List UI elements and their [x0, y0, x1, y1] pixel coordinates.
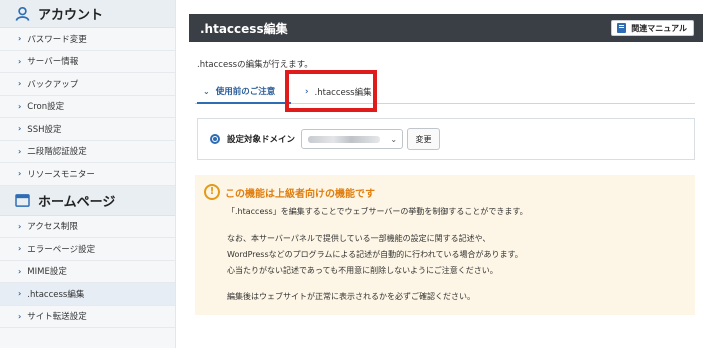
- chevron-right-icon: ›: [18, 289, 22, 299]
- sidebar-item-label: 二段階認証設定: [27, 147, 87, 158]
- sidebar-item-label: リソースモニター: [27, 169, 95, 180]
- sidebar-item-label: パスワード変更: [27, 34, 87, 45]
- warning-header: ! この機能は上級者向けの機能です: [204, 184, 375, 200]
- change-button[interactable]: 変更: [407, 128, 441, 150]
- chevron-right-icon: ›: [18, 124, 22, 134]
- sidebar-item-label: サイト転送設定: [27, 312, 87, 323]
- chevron-right-icon: ›: [18, 34, 22, 44]
- warning-title: この機能は上級者向けの機能です: [225, 188, 375, 200]
- sidebar-item-cron[interactable]: › Cron設定: [0, 96, 175, 118]
- exclamation-icon: !: [204, 184, 220, 200]
- user-icon: [14, 6, 30, 22]
- sidebar-item-label: アクセス制限: [27, 222, 78, 233]
- sidebar-section-title: ホームページ: [38, 194, 116, 210]
- page-title: .htaccess編集: [200, 21, 288, 36]
- tab-bar: ⌄ 使用前のご注意 › .htaccess編集: [195, 68, 695, 104]
- warning-text: 編集後はウェブサイトが正常に表示されるかを必ずご確認ください。: [227, 292, 475, 301]
- sidebar-item-error-page[interactable]: › エラーページ設定: [0, 238, 175, 261]
- page-header: .htaccess編集 関連マニュアル: [189, 14, 703, 42]
- related-manual-button[interactable]: 関連マニュアル: [611, 20, 694, 36]
- book-icon: [617, 23, 627, 33]
- radio-icon: [210, 134, 220, 144]
- sidebar-section-homepage: ホームページ: [0, 185, 175, 216]
- domain-selector-panel: 設定対象ドメイン ⌄ 変更: [197, 118, 695, 160]
- sidebar-item-label: エラーページ設定: [27, 244, 96, 255]
- sidebar-item-label: サーバー情報: [27, 57, 79, 68]
- browser-window-icon: [14, 192, 30, 208]
- warning-panel: ! この機能は上級者向けの機能です 「.htaccess」を編集することでウェブ…: [195, 175, 695, 315]
- sidebar-item-ssh[interactable]: › SSH設定: [0, 118, 175, 141]
- chevron-right-icon: ›: [18, 311, 22, 321]
- warning-text: WordPressなどのプログラムによる記述が自動的に行われている場合があります…: [227, 250, 523, 259]
- warning-text: なお、本サーバーパネルで提供している一部機能の設定に関する記述や、: [227, 234, 491, 243]
- sidebar-item-label: Cron設定: [27, 102, 65, 113]
- sidebar-section-title: アカウント: [38, 8, 104, 23]
- sidebar-item-access-limit[interactable]: › アクセス制限: [0, 216, 175, 238]
- blurred-domain-value: [308, 135, 381, 143]
- tab-precautions[interactable]: ⌄ 使用前のご注意: [197, 80, 291, 104]
- chevron-right-icon: ›: [18, 169, 22, 179]
- domain-select[interactable]: ⌄: [301, 129, 404, 149]
- sidebar-item-mime[interactable]: › MIME設定: [0, 261, 175, 283]
- sidebar-item-label: バックアップ: [27, 79, 79, 90]
- sidebar-item-site-transfer[interactable]: › サイト転送設定: [0, 306, 175, 328]
- chevron-right-icon: ›: [18, 101, 22, 111]
- sidebar-item-password[interactable]: › パスワード変更: [0, 28, 175, 51]
- sidebar-item-label: MIME設定: [27, 267, 67, 278]
- highlight-box: [285, 70, 377, 112]
- tab-label: 使用前のご注意: [215, 87, 276, 97]
- chevron-right-icon: ›: [18, 146, 22, 156]
- sidebar-item-server-info[interactable]: › サーバー情報: [0, 51, 175, 73]
- sidebar-item-2fa[interactable]: › 二段階認証設定: [0, 141, 175, 163]
- sidebar-item-label: SSH設定: [27, 124, 62, 135]
- chevron-down-icon: ⌄: [203, 86, 210, 96]
- warning-text: 心当たりがない記述であっても不用意に削除しないようにご注意ください。: [227, 266, 498, 275]
- chevron-right-icon: ›: [18, 221, 22, 231]
- related-manual-label: 関連マニュアル: [631, 23, 687, 33]
- sidebar-item-resource-monitor[interactable]: › リソースモニター: [0, 163, 175, 186]
- chevron-right-icon: ›: [18, 266, 22, 276]
- sidebar: アカウント › パスワード変更 › サーバー情報 › バックアップ › Cron設定 ›…: [0, 0, 176, 348]
- main-content: .htaccess編集 関連マニュアル: [189, 14, 703, 42]
- chevron-right-icon: ›: [18, 56, 22, 66]
- domain-label: 設定対象ドメイン: [227, 135, 296, 145]
- chevron-down-icon: ⌄: [390, 134, 398, 144]
- sidebar-item-htaccess[interactable]: › .htaccess編集: [0, 283, 175, 306]
- sidebar-item-label: .htaccess編集: [27, 289, 85, 300]
- chevron-right-icon: ›: [18, 79, 22, 89]
- warning-text: 「.htaccess」を編集することでウェブサーバーの挙動を制御することができま…: [227, 207, 528, 216]
- sidebar-section-account: アカウント: [0, 0, 175, 28]
- chevron-right-icon: ›: [18, 244, 22, 254]
- sidebar-item-backup[interactable]: › バックアップ: [0, 73, 175, 96]
